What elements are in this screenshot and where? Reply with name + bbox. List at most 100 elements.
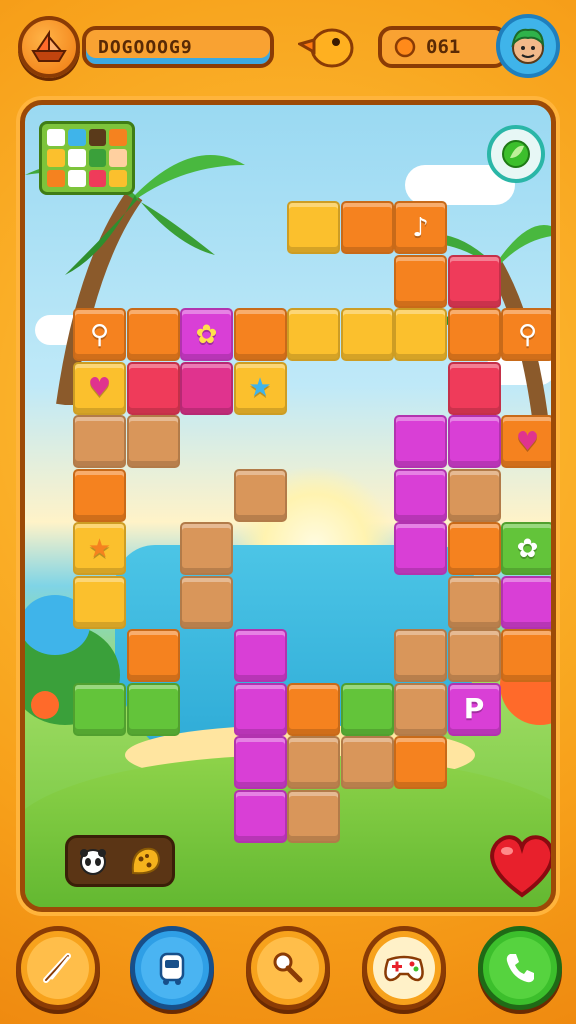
board-tile[interactable]	[447, 361, 501, 415]
gamepad-button[interactable]	[362, 926, 446, 1010]
board-tile[interactable]: ♥	[501, 415, 551, 468]
tile-star-icon: ★	[87, 533, 112, 564]
robot-button[interactable]	[130, 926, 214, 1010]
phone-button[interactable]	[478, 926, 562, 1010]
lives-heart[interactable]	[485, 829, 551, 901]
board-tile[interactable]	[287, 308, 340, 361]
board-tile[interactable]	[447, 629, 501, 682]
hint-button[interactable]	[487, 125, 545, 183]
board-tile[interactable]	[73, 575, 126, 629]
board-tile[interactable]	[180, 575, 233, 629]
board-tile[interactable]	[447, 254, 501, 308]
player-avatar[interactable]	[496, 14, 560, 78]
board-tile[interactable]: ⚲	[501, 308, 551, 361]
board-tile[interactable]	[233, 682, 287, 736]
board-tile[interactable]	[394, 415, 447, 468]
minimap-cell	[88, 149, 107, 167]
board-tile[interactable]	[126, 415, 180, 468]
gamepad-button-face	[373, 937, 435, 999]
board-tile[interactable]	[340, 201, 394, 254]
minimap[interactable]	[39, 121, 135, 195]
phone-button-face	[489, 937, 551, 999]
board-tile[interactable]	[180, 361, 233, 415]
board-tile[interactable]	[233, 308, 287, 361]
board-tile[interactable]	[447, 468, 501, 522]
duck-mascot[interactable]	[296, 22, 356, 70]
board-tile[interactable]: ★	[233, 361, 287, 415]
board-tile[interactable]: ✿	[180, 308, 233, 361]
tile-music-icon: ♪	[412, 212, 429, 243]
cookie-icon[interactable]	[127, 843, 163, 879]
board-tile[interactable]	[394, 254, 447, 308]
board-tile[interactable]	[287, 736, 340, 789]
player-avatar-icon	[511, 28, 545, 64]
board-tile[interactable]	[394, 736, 447, 789]
board-tile[interactable]	[73, 468, 126, 522]
phone-icon	[506, 954, 534, 983]
board-tile[interactable]	[126, 308, 180, 361]
bottom-toolbar	[0, 916, 576, 1024]
coin-icon	[394, 36, 416, 58]
pencil-button-face	[27, 937, 89, 999]
board-tile[interactable]	[126, 361, 180, 415]
board-tile[interactable]	[340, 682, 394, 736]
board-tile[interactable]	[394, 682, 447, 736]
tile-letter-p-icon: P	[463, 692, 485, 725]
board-tile[interactable]: ⚲	[73, 308, 126, 361]
magnifier-icon	[273, 952, 303, 983]
board-tile[interactable]	[287, 201, 340, 254]
board-tile[interactable]	[233, 736, 287, 789]
board-tile[interactable]: ♪	[394, 201, 447, 254]
tile-leaf-icon: ✿	[195, 319, 218, 350]
board-tile[interactable]	[73, 415, 126, 468]
board-tile[interactable]: ✿	[501, 522, 551, 575]
pencil-button[interactable]	[16, 926, 100, 1010]
board-tile[interactable]	[287, 682, 340, 736]
tile-heart-icon: ♥	[515, 426, 540, 457]
tile-heart-icon: ♥	[87, 373, 112, 403]
minimap-cell	[67, 149, 86, 167]
tile-leaf-icon: ✿	[516, 533, 539, 564]
board-tile[interactable]: P	[447, 682, 501, 736]
coin-count: 061	[426, 36, 461, 58]
top-hud: DOGOOOG9 061	[0, 0, 576, 92]
board-tile[interactable]	[394, 629, 447, 682]
game-board-panel: ♪ ⚲ ✿ ⚲ ♥ ★ ♥ ★ ✿ P	[20, 100, 556, 912]
board-tile[interactable]	[394, 308, 447, 361]
board-tile[interactable]	[126, 682, 180, 736]
board-tile[interactable]	[394, 468, 447, 522]
board-tile[interactable]	[180, 522, 233, 575]
board-tile[interactable]	[233, 789, 287, 843]
minimap-cell	[47, 129, 65, 147]
inventory-tray[interactable]	[65, 835, 175, 887]
minimap-cell	[109, 129, 127, 147]
panda-icon[interactable]	[77, 845, 109, 877]
search-button[interactable]	[246, 926, 330, 1010]
paper-boat-icon	[31, 29, 67, 62]
board-tile[interactable]	[287, 789, 340, 843]
board-tile[interactable]	[501, 629, 551, 682]
board-tile[interactable]	[126, 629, 180, 682]
tile-bone-icon: ⚲	[89, 319, 110, 350]
board-tile[interactable]: ★	[73, 522, 126, 575]
board-tile[interactable]	[73, 682, 126, 736]
board-tile[interactable]	[447, 522, 501, 575]
pencil-icon	[43, 953, 71, 983]
board-tile[interactable]	[340, 308, 394, 361]
heart-icon	[490, 835, 551, 898]
minimap-cell	[109, 169, 127, 187]
board-tile[interactable]	[233, 629, 287, 682]
board-tile[interactable]	[447, 415, 501, 468]
board-tile[interactable]	[394, 522, 447, 575]
board-tile[interactable]	[447, 575, 501, 629]
gamepad-icon	[384, 955, 424, 982]
board-tile[interactable]: ♥	[73, 361, 126, 415]
board-tile[interactable]	[501, 575, 551, 629]
tile-grid: ♪ ⚲ ✿ ⚲ ♥ ★ ♥ ★ ✿ P	[25, 105, 551, 907]
search-button-face	[257, 937, 319, 999]
board-tile[interactable]	[447, 308, 501, 361]
board-tile[interactable]	[233, 468, 287, 522]
minimap-cell	[109, 149, 127, 167]
ship-button[interactable]	[18, 16, 80, 78]
board-tile[interactable]	[340, 736, 394, 789]
